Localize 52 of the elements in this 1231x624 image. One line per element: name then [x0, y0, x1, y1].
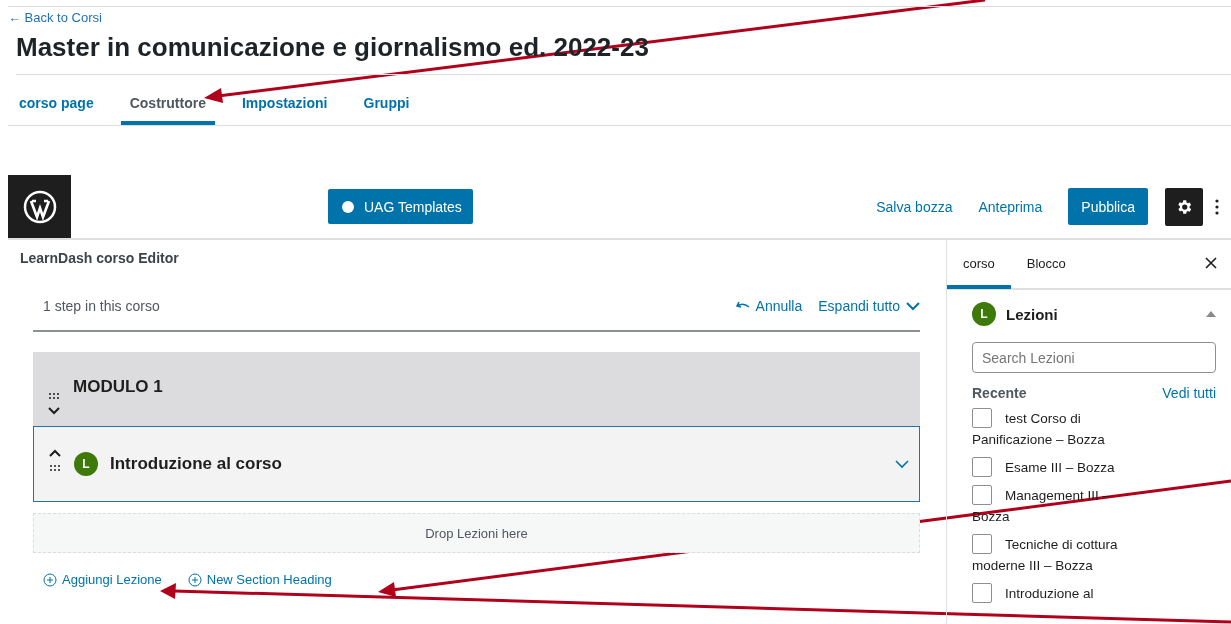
lesson-badge: L [972, 302, 996, 326]
checkbox[interactable] [972, 583, 992, 603]
sidebar-tab[interactable]: Blocco [1010, 241, 1082, 289]
templates-button[interactable]: UAG Templates [328, 189, 473, 224]
settings-icon [1175, 197, 1193, 216]
chevron-down-icon [906, 301, 920, 311]
step-count: 1 step in this corso [43, 298, 160, 314]
add-link[interactable]: New Section Heading [187, 572, 332, 587]
settings-button[interactable] [1165, 187, 1203, 226]
page-tab[interactable]: corso page [10, 75, 103, 125]
collapse-icon[interactable] [1206, 311, 1216, 317]
section-heading-row[interactable]: MODULO 1 [33, 352, 920, 426]
circle-icon [342, 200, 354, 213]
lesson-option[interactable]: Introduzione al [972, 583, 1147, 604]
page-tab[interactable]: Impostazioni [232, 75, 337, 125]
checkbox[interactable] [972, 408, 992, 428]
plus-circle-icon [43, 572, 57, 587]
drag-handle-icon[interactable] [49, 393, 59, 399]
checkbox[interactable] [972, 457, 992, 477]
close-icon [1205, 256, 1217, 269]
checkbox[interactable] [972, 534, 992, 554]
lesson-badge: L [74, 452, 98, 476]
page-tab[interactable]: Gruppi [354, 75, 419, 125]
publish-button[interactable]: Pubblica [1068, 188, 1148, 225]
lesson-option[interactable]: Tecniche di cottura moderne III – Bozza [972, 534, 1147, 576]
sidebar-tab[interactable]: corso [947, 241, 1011, 289]
back-link[interactable]: ← Back to Corsi [8, 10, 102, 25]
expand-all-button[interactable]: Espandi tutto [818, 298, 920, 314]
move-down-icon[interactable] [48, 407, 60, 415]
lesson-title: Introduzione al corso [110, 454, 282, 474]
undo-icon [735, 301, 750, 311]
chevron-down-icon[interactable] [895, 459, 909, 469]
recent-label: Recente [972, 385, 1027, 401]
lesson-row[interactable]: L Introduzione al corso [33, 426, 920, 502]
wordpress-logo[interactable] [8, 175, 71, 238]
plus-circle-icon [187, 572, 202, 587]
editor-heading: LearnDash corso Editor [20, 250, 180, 266]
preview-button[interactable]: Anteprima [978, 198, 1043, 215]
drop-zone: Drop Lezioni here [33, 513, 920, 553]
panel-title: Lezioni [1006, 305, 1058, 323]
add-link[interactable]: Aggiungi Lezione [43, 572, 162, 587]
move-up-icon[interactable] [49, 449, 61, 457]
see-all-link[interactable]: Vedi tutti [1162, 385, 1216, 401]
save-draft-button[interactable]: Salva bozza [876, 198, 953, 215]
undo-button[interactable]: Annulla [735, 298, 803, 314]
search-field[interactable]: Search Lezioni [972, 342, 1216, 373]
drag-handle-icon[interactable] [50, 465, 60, 471]
checkbox[interactable] [972, 485, 992, 505]
lesson-option[interactable]: Esame III – Bozza [972, 457, 1147, 478]
section-title: MODULO 1 [73, 377, 163, 397]
lesson-option[interactable]: test Corso di Panificazione – Bozza [972, 408, 1147, 450]
vertical-dots-icon [1215, 197, 1219, 216]
